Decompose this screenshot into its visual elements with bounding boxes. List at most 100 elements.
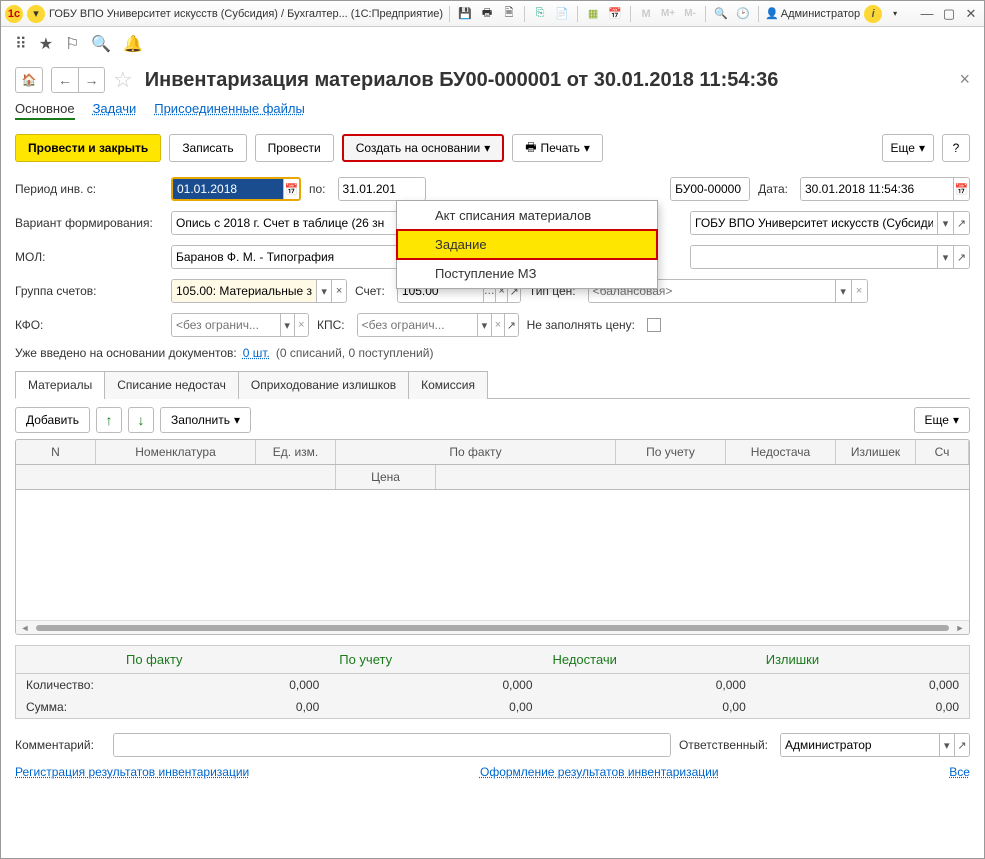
preview-icon[interactable]: 🗎	[500, 5, 518, 23]
group-input[interactable]: ▾ ×	[171, 279, 347, 303]
dd-item-receipt[interactable]: Поступление МЗ	[397, 259, 657, 288]
already-count-link[interactable]: 0 шт.	[243, 346, 270, 360]
chevron-down-icon[interactable]: ▾	[316, 280, 331, 302]
th-account[interactable]: По учету	[616, 440, 726, 464]
open-icon[interactable]: ↗	[954, 734, 969, 756]
save-button[interactable]: Записать	[169, 134, 246, 162]
comment-input[interactable]	[113, 733, 671, 757]
chevron-down-icon[interactable]: ▾	[280, 314, 294, 336]
memory-mminus-icon[interactable]: M-	[681, 5, 699, 23]
favorite-icon[interactable]: ★	[39, 34, 53, 54]
help-button[interactable]: ?	[942, 134, 970, 162]
tab-surplus[interactable]: Оприходование излишков	[238, 371, 409, 399]
app-dropdown-icon[interactable]: ▾	[27, 5, 45, 23]
doc-icon[interactable]: 📄	[553, 5, 571, 23]
search-icon[interactable]: 🔍	[91, 34, 111, 54]
number-input[interactable]	[670, 177, 750, 201]
no-fill-checkbox[interactable]	[647, 318, 661, 332]
open-icon[interactable]: ↗	[953, 246, 969, 268]
dd-item-writeoff-act[interactable]: Акт списания материалов	[397, 201, 657, 230]
home-button[interactable]: 🏠	[15, 67, 43, 93]
th-surplus[interactable]: Излишек	[836, 440, 916, 464]
add-button[interactable]: Добавить	[15, 407, 90, 433]
info-icon[interactable]: i	[864, 5, 882, 23]
clear-icon[interactable]: ×	[491, 314, 504, 336]
calendar-icon[interactable]: 📅	[283, 179, 299, 199]
history-icon[interactable]: 🕑	[734, 5, 752, 23]
table-body[interactable]	[16, 490, 969, 620]
compare-icon[interactable]: ⎘	[531, 5, 549, 23]
calc-icon[interactable]: ▦	[584, 5, 602, 23]
info-dropdown-icon[interactable]: ▾	[886, 5, 904, 23]
chevron-down-icon[interactable]: ▾	[937, 246, 953, 268]
scroll-right-icon[interactable]: ►	[953, 623, 967, 633]
date-input[interactable]: 📅	[800, 177, 970, 201]
bell-icon[interactable]: 🔔	[123, 34, 143, 54]
more-button[interactable]: Еще ▾	[882, 134, 934, 162]
func-files[interactable]: Присоединенные файлы	[154, 101, 305, 120]
period-from-input[interactable]: 📅	[171, 177, 301, 201]
all-link[interactable]: Все	[949, 765, 970, 779]
minimize-button[interactable]: —	[918, 5, 936, 23]
post-button[interactable]: Провести	[255, 134, 334, 162]
responsible-input[interactable]: ▾ ↗	[780, 733, 970, 757]
open-icon[interactable]: ↗	[504, 314, 517, 336]
subdiv-input[interactable]: ▾ ↗	[690, 245, 970, 269]
func-tasks[interactable]: Задачи	[93, 101, 137, 120]
fill-button[interactable]: Заполнить ▾	[160, 407, 251, 433]
th-nomenclature[interactable]: Номенклатура	[96, 440, 256, 464]
table-scrollbar[interactable]: ◄ ►	[16, 620, 969, 634]
kfo-input[interactable]: ▾ ×	[171, 313, 309, 337]
table-more-button[interactable]: Еще ▾	[914, 407, 970, 433]
clear-icon[interactable]: ×	[851, 280, 867, 302]
nav-forward-button[interactable]: →	[78, 68, 104, 92]
move-down-button[interactable]: ↓	[128, 407, 154, 433]
register-results-link[interactable]: Регистрация результатов инвентаризации	[15, 765, 249, 779]
th-price[interactable]: Цена	[336, 465, 436, 489]
chevron-down-icon[interactable]: ▾	[937, 212, 953, 234]
document-close-button[interactable]: ×	[959, 69, 970, 90]
scroll-left-icon[interactable]: ◄	[18, 623, 32, 633]
open-icon[interactable]: ↗	[953, 212, 969, 234]
th-n[interactable]: N	[16, 440, 96, 464]
func-main[interactable]: Основное	[15, 101, 75, 120]
th-sc[interactable]: Сч	[916, 440, 969, 464]
memory-m-icon[interactable]: M	[637, 5, 655, 23]
create-based-on-button[interactable]: Создать на основании ▾	[342, 134, 505, 162]
kps-input[interactable]: ▾ × ↗	[357, 313, 519, 337]
calendar-icon[interactable]: 📅	[953, 178, 969, 200]
chevron-down-icon[interactable]: ▾	[477, 314, 490, 336]
chevron-down-icon[interactable]: ▾	[939, 734, 954, 756]
tab-commission[interactable]: Комиссия	[408, 371, 488, 399]
post-and-close-button[interactable]: Провести и закрыть	[15, 134, 161, 162]
flag-icon[interactable]: ⚐	[65, 34, 79, 54]
th-fact[interactable]: По факту	[336, 440, 616, 464]
star-icon[interactable]: ☆	[113, 67, 133, 93]
zoom-icon[interactable]: 🔍	[712, 5, 730, 23]
user-menu[interactable]: 👤 Администратор	[765, 7, 860, 20]
maximize-button[interactable]: ▢	[940, 5, 958, 23]
th-shortage[interactable]: Недостача	[726, 440, 836, 464]
print-button[interactable]: 🖶 Печать ▾	[512, 134, 603, 162]
clear-icon[interactable]: ×	[331, 280, 346, 302]
memory-mplus-icon[interactable]: M+	[659, 5, 677, 23]
tab-materials[interactable]: Материалы	[15, 371, 105, 399]
close-button[interactable]: ✕	[962, 5, 980, 23]
calendar-icon[interactable]: 📅	[606, 5, 624, 23]
variant-input[interactable]	[171, 211, 401, 235]
form-results-link[interactable]: Оформление результатов инвентаризации	[480, 765, 719, 779]
clear-icon[interactable]: ×	[294, 314, 308, 336]
nav-back-button[interactable]: ←	[52, 68, 78, 92]
apps-icon[interactable]: ⠿	[15, 34, 27, 54]
chevron-down-icon[interactable]: ▾	[835, 280, 851, 302]
tab-writeoff[interactable]: Списание недостач	[104, 371, 239, 399]
org-input[interactable]: ▾ ↗	[690, 211, 970, 235]
move-up-button[interactable]: ↑	[96, 407, 122, 433]
save-icon[interactable]: 💾	[456, 5, 474, 23]
period-to-input[interactable]	[338, 177, 426, 201]
scroll-track[interactable]	[36, 625, 949, 631]
footer-row: Комментарий: Ответственный: ▾ ↗	[15, 733, 970, 757]
th-unit[interactable]: Ед. изм.	[256, 440, 336, 464]
print-icon[interactable]: 🖶	[478, 5, 496, 23]
dd-item-task[interactable]: Задание	[397, 230, 657, 259]
